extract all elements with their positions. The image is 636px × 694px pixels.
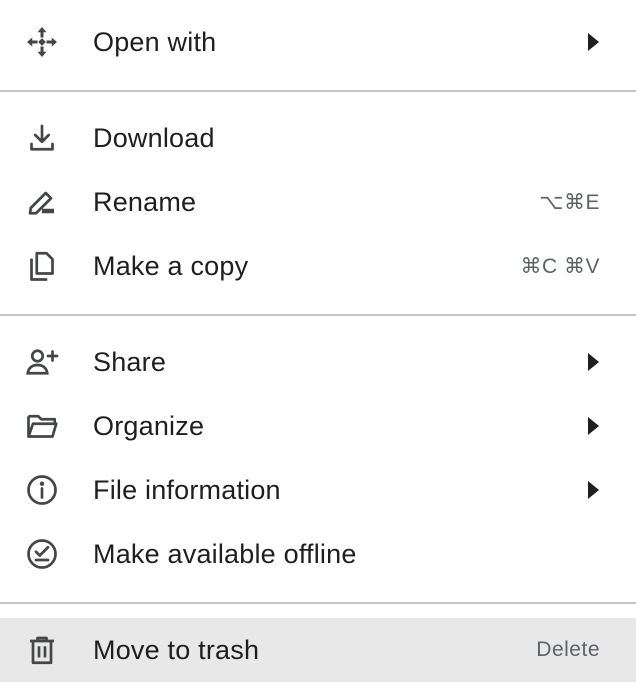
open-with-icon (22, 24, 62, 60)
divider (0, 314, 636, 316)
folder-icon (22, 408, 62, 444)
menu-item-label: Download (93, 122, 215, 153)
menu-item-open-with[interactable]: Open with (0, 10, 636, 74)
menu-item-organize[interactable]: Organize (0, 394, 636, 458)
menu-item-label: Move to trash (93, 634, 260, 665)
menu-item-make-available-offline[interactable]: Make available offline (0, 522, 636, 586)
menu-item-label: Organize (93, 410, 205, 441)
shortcut-text: Delete (536, 638, 600, 661)
menu-item-label: Share (93, 346, 167, 377)
menu-item-file-information[interactable]: File information (0, 458, 636, 522)
submenu-arrow-icon (588, 481, 599, 499)
menu-item-move-to-trash[interactable]: Move to trash Delete (0, 618, 636, 682)
menu-item-label: Make available offline (93, 538, 357, 569)
context-menu: Open with Download Rename ⌥⌘E Make a cop… (0, 0, 636, 694)
submenu-arrow-icon (588, 417, 599, 435)
menu-item-download[interactable]: Download (0, 106, 636, 170)
menu-item-label: Rename (93, 186, 197, 217)
menu-item-label: File information (93, 474, 281, 505)
offline-icon (22, 536, 62, 572)
download-icon (22, 120, 62, 156)
menu-item-rename[interactable]: Rename ⌥⌘E (0, 170, 636, 234)
menu-item-share[interactable]: Share (0, 330, 636, 394)
shortcut-text: ⌘C ⌘V (520, 254, 600, 278)
divider (0, 90, 636, 92)
shortcut-text: ⌥⌘E (539, 190, 600, 214)
submenu-arrow-icon (588, 353, 599, 371)
share-icon (22, 344, 62, 380)
rename-icon (22, 184, 62, 220)
menu-item-make-a-copy[interactable]: Make a copy ⌘C ⌘V (0, 234, 636, 298)
trash-icon (22, 632, 62, 668)
copy-icon (22, 248, 62, 284)
info-icon (22, 472, 62, 508)
submenu-arrow-icon (588, 33, 599, 51)
menu-item-label: Open with (93, 26, 217, 57)
menu-item-label: Make a copy (93, 250, 249, 281)
divider (0, 602, 636, 604)
